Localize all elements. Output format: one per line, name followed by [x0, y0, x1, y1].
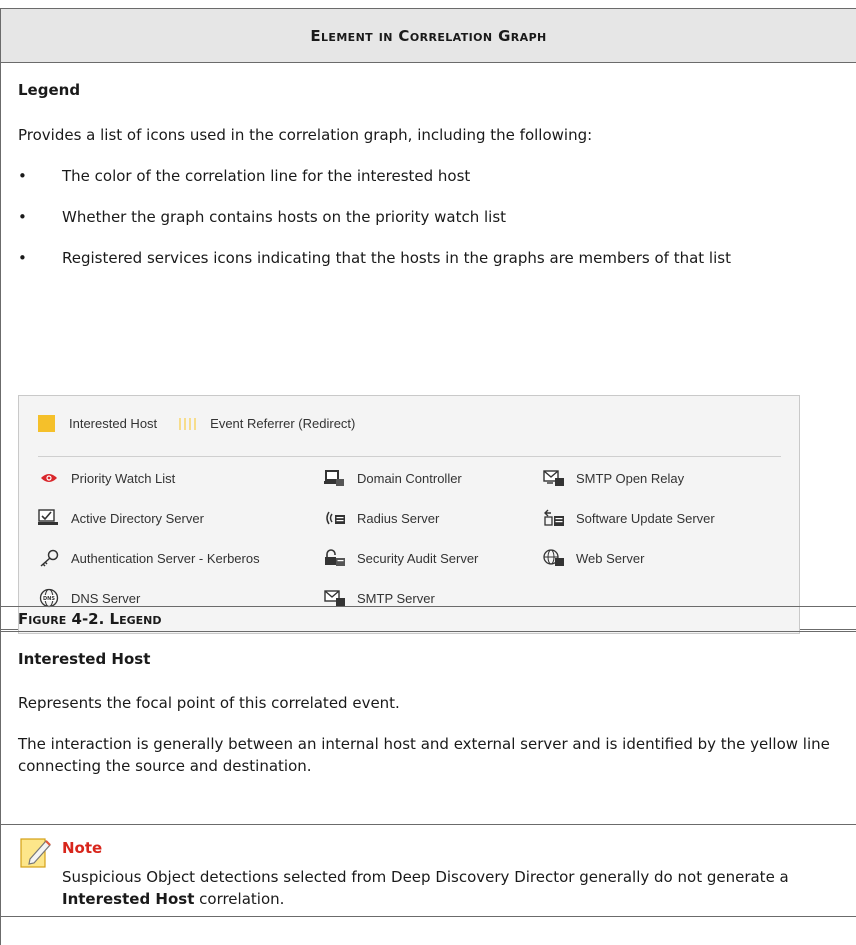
dns-globe-icon: DNS [38, 588, 60, 608]
smtp-server-icon [324, 589, 346, 607]
note-box: Note Suspicious Object detections select… [1, 824, 856, 917]
legend-item-label: DNS Server [71, 590, 141, 606]
legend-item: Software Update Server [543, 509, 715, 527]
legend-intro: Provides a list of icons used in the cor… [18, 126, 593, 144]
interested-host-p1: Represents the focal point of this corre… [18, 694, 400, 712]
legend-item-label: SMTP Server [357, 590, 435, 606]
legend-item: Security Audit Server [324, 549, 478, 567]
legend-item: Active Directory Server [38, 509, 204, 527]
legend-item: Domain Controller [324, 469, 462, 487]
legend-divider [38, 456, 781, 457]
legend-item: Authentication Server - Kerberos [38, 549, 260, 567]
legend-item: Priority Watch List [38, 469, 175, 487]
legend-cell: Legend Provides a list of icons used in … [1, 63, 856, 634]
legend-item: SMTP Open Relay [543, 469, 684, 487]
figure-caption: Figure 4-2. Legend [1, 606, 856, 632]
legend-item: Web Server [543, 549, 644, 567]
legend-heading: Legend [18, 81, 81, 99]
legend-top-row: Interested Host Event Referrer (Redirect… [38, 415, 355, 432]
legend-item: DNS DNS Server [38, 588, 141, 608]
element-table: Element in Correlation Graph Legend Prov… [0, 8, 856, 945]
active-directory-icon [38, 509, 60, 527]
legend-item-label: Domain Controller [357, 470, 462, 486]
legend-item-label: Software Update Server [576, 510, 715, 526]
interested-host-swatch [38, 415, 55, 432]
legend-item-label: Priority Watch List [71, 470, 176, 486]
table-header: Element in Correlation Graph [1, 8, 856, 63]
interested-host-p2: The interaction is generally between an … [18, 735, 830, 775]
legend-item-label: Web Server [576, 550, 645, 566]
key-icon [38, 549, 60, 567]
note-text: Suspicious Object detections selected fr… [62, 868, 789, 908]
event-referrer-label: Event Referrer (Redirect) [210, 416, 356, 431]
lock-server-icon [324, 549, 346, 567]
legend-figure: Interested Host Event Referrer (Redirect… [18, 395, 800, 634]
legend-item-label: SMTP Open Relay [576, 470, 685, 486]
interested-host-heading: Interested Host [18, 650, 151, 668]
legend-item-label: Authentication Server - Kerberos [71, 550, 260, 566]
legend-item: Radius Server [324, 509, 439, 527]
smtp-open-relay-icon [543, 469, 565, 487]
legend-item: SMTP Server [324, 589, 435, 607]
list-item: • Whether the graph contains hosts on the… [18, 208, 507, 226]
list-item: • The color of the correlation line for t… [18, 167, 471, 185]
legend-bullet-list: • The color of the correlation line for t… [18, 165, 843, 269]
svg-text:DNS: DNS [43, 596, 55, 602]
radius-server-icon [324, 509, 346, 527]
event-referrer-swatch [179, 417, 197, 430]
legend-item-label: Radius Server [357, 510, 440, 526]
legend-item-label: Active Directory Server [71, 510, 204, 526]
interested-host-label: Interested Host [69, 416, 158, 431]
legend-item-label: Security Audit Server [357, 550, 479, 566]
note-bold-term: Interested Host [62, 890, 195, 908]
list-item: • Registered services icons indicating th… [18, 249, 731, 267]
eye-icon [38, 469, 60, 487]
software-update-icon [543, 509, 565, 527]
table-header-text: Element in Correlation Graph [310, 26, 547, 45]
domain-controller-icon [324, 469, 346, 487]
web-server-icon [543, 549, 565, 567]
note-title: Note [62, 839, 103, 857]
note-pencil-icon [20, 835, 54, 873]
